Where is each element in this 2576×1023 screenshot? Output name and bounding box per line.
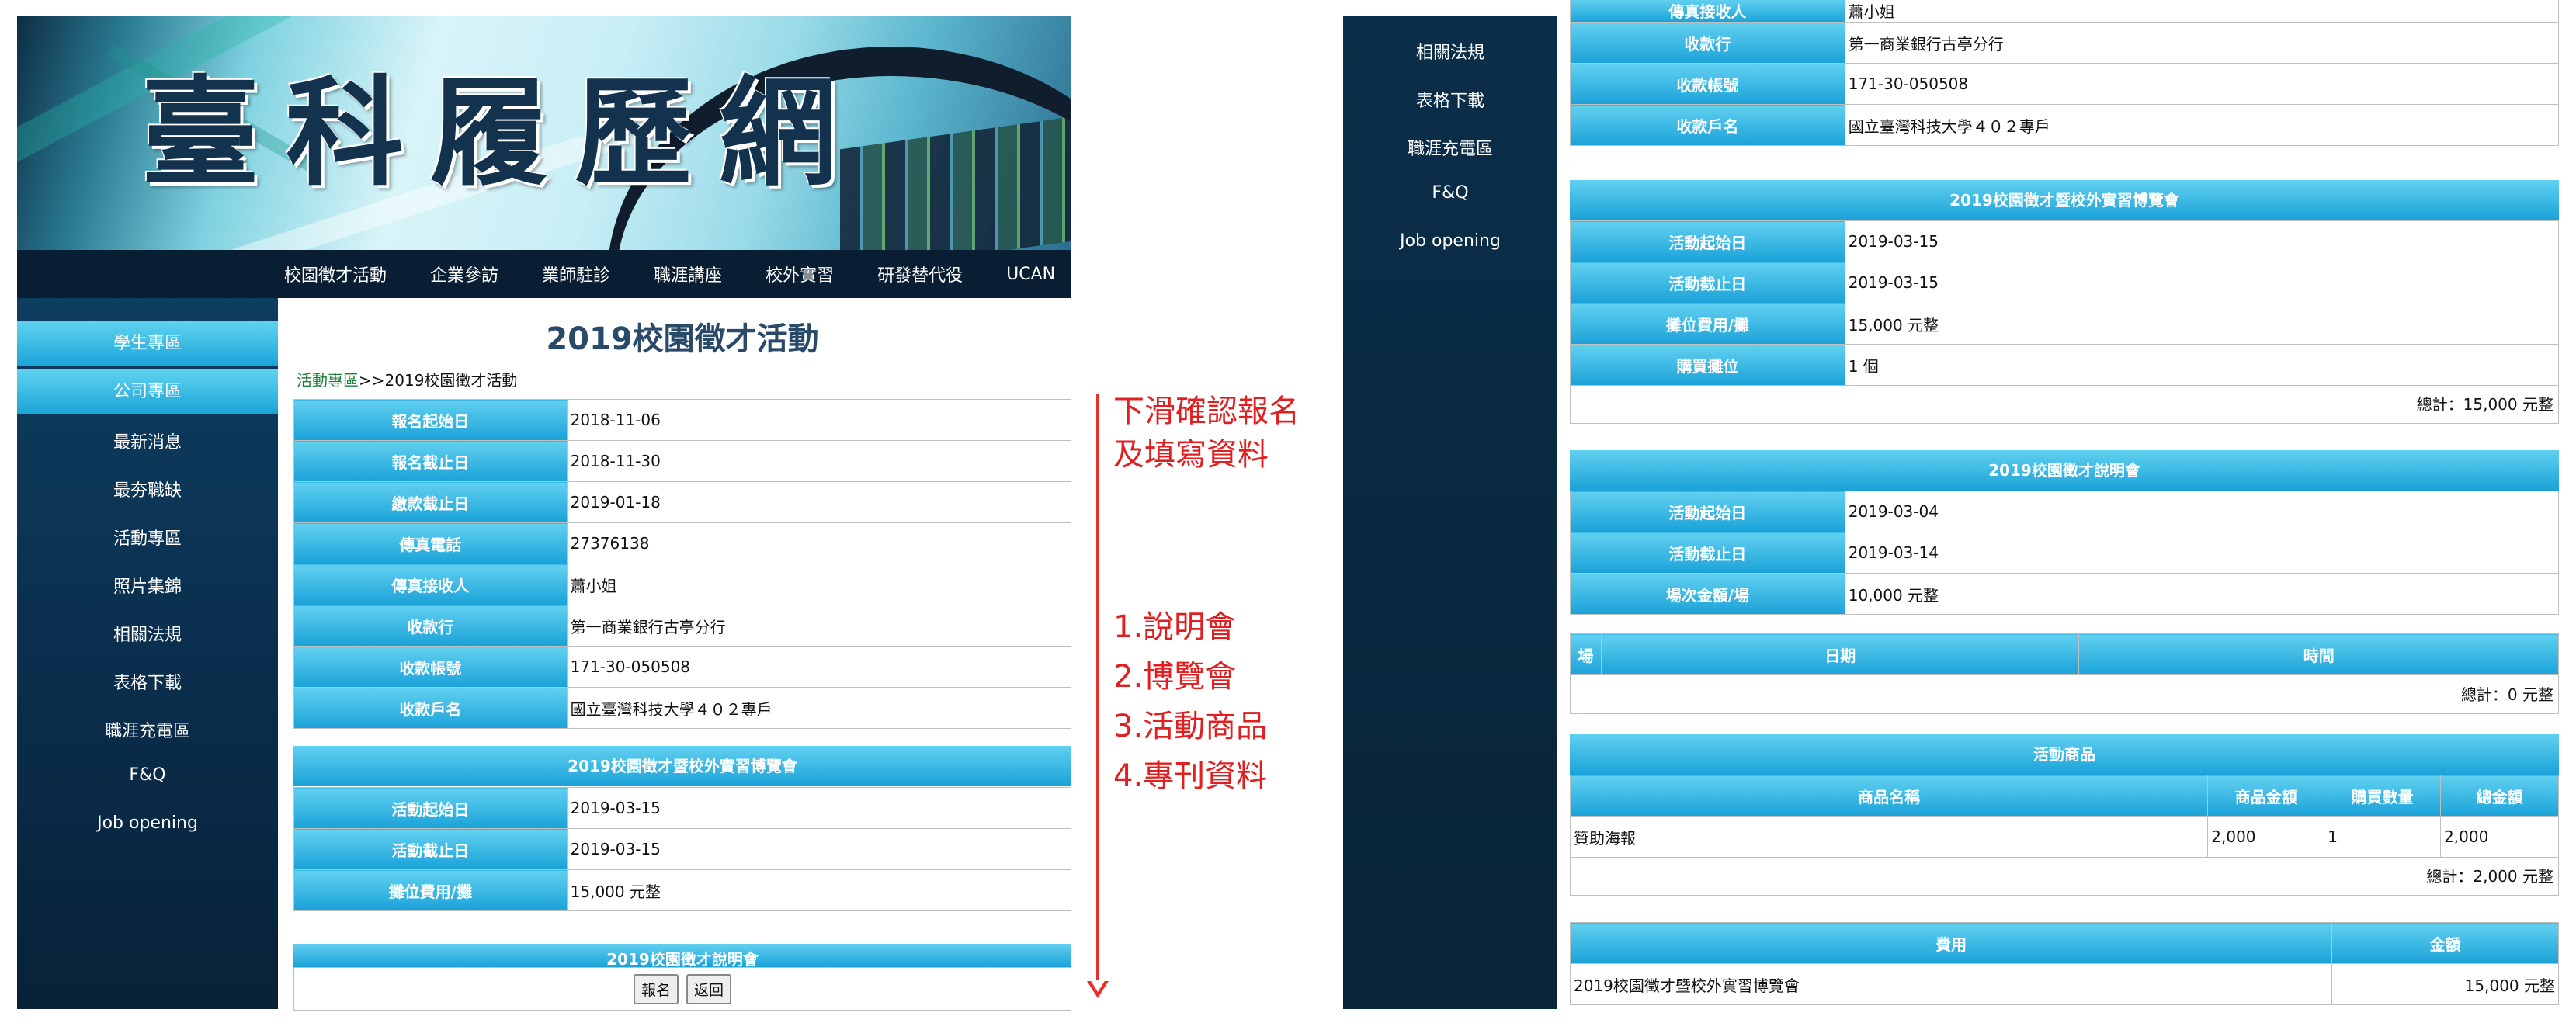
table-row: 收款戶名 國立臺灣科技大學４０２專戶 [293,687,1072,729]
left-sidebar: 學生專區 公司專區 最新消息 最夯職缺 活動專區 照片集錦 相關法規 表格下載 … [17,298,278,1009]
sidebar-item-student[interactable]: 學生專區 [17,321,278,366]
table-row: 報名起始日 2018-11-06 [293,399,1072,441]
annotation-list-item: 3.活動商品 [1113,709,1268,744]
table-row: 贊助海報 2,000 1 2,000 [1569,816,2559,858]
breadcrumb: 活動專區>>2019校園徵才活動 [297,368,517,390]
table-row: 傳真接收人 蕭小姐 [1570,0,2560,23]
sidebar-item-company[interactable]: 公司專區 [17,369,278,414]
products-section-header: 活動商品 [1570,734,2559,775]
table-row: 收款戶名 國立臺灣科技大學４０２專戶 [1570,104,2560,146]
table-row: 收款行 第一商業銀行古亭分行 [1570,22,2560,64]
table-row: 攤位費用/攤 15,000 元整 [1570,303,2560,345]
table-header-row: 費用 金額 [1569,922,2559,964]
table-row: 活動截止日 2019-03-15 [293,828,1072,870]
top-navigation: 校園徵才活動 企業參訪 業師駐診 職涯講座 校外實習 研發替代役 UCAN [17,250,1071,298]
table-row: 收款帳號 171-30-050508 [1570,63,2560,105]
annotation-list-item: 1.說明會 [1113,609,1237,645]
nav-internship[interactable]: 校外實習 [766,262,834,286]
page-title: 2019校園徵才活動 [546,321,819,357]
sidebar-item-regulations[interactable]: 相關法規 [17,621,278,646]
table-row: 活動起始日 2019-03-04 [1570,491,2560,532]
annotation-list-item: 2.博覽會 [1113,659,1237,695]
sidebar-item-faq[interactable]: F&Q [1343,183,1557,203]
table-row: 收款帳號 171-30-050508 [293,646,1072,688]
table-row: 傳真接收人 蕭小姐 [293,564,1072,605]
fair-info-table: 活動起始日 2019-03-15 活動截止日 2019-03-15 攤位費用/攤 15… [1570,220,2560,386]
nav-company-visit[interactable]: 企業參訪 [430,262,498,286]
products-total: 總計：2,000 元整 [1570,857,2559,896]
table-row: 購買攤位 1 個 [1570,344,2560,386]
table-row: 繳款截止日 2019-01-18 [293,481,1072,523]
sidebar-item-hot-jobs[interactable]: 最夯職缺 [17,477,278,501]
breadcrumb-separator: >> [359,371,385,390]
table-header-row: 場 日期 時間 [1570,633,2559,675]
table-row: 傳真電話 27376138 [293,522,1072,564]
left-screenshot: 臺科履歷網 校園徵才活動 企業參訪 業師駐診 職涯講座 校外實習 研發替代役 U… [17,16,1072,1011]
fee-amount: 15,000 元整 [2331,963,2559,1005]
sidebar-item-faq[interactable]: F&Q [17,765,278,785]
fair-total: 總計：15,000 元整 [1570,385,2559,424]
sidebar-item-regulations[interactable]: 相關法規 [1343,39,1557,64]
table-header-row: 商品名稱 商品金額 購買數量 總金額 [1569,775,2559,817]
annotation-scroll-line1: 下滑確認報名 [1113,394,1300,429]
product-name: 贊助海報 [1569,816,2209,858]
fair-info-table: 活動起始日 2019-03-15 活動截止日 2019-03-15 攤位費用/攤 15… [293,787,1072,911]
annotation-list-item: 4.專刊資料 [1113,758,1268,794]
sidebar-item-activities[interactable]: 活動專區 [17,525,278,550]
table-row: 攤位費用/攤 15,000 元整 [293,869,1072,911]
briefing-section-header: 2019校園徵才說明會 [1570,450,2559,491]
right-sidebar: 相關法規 表格下載 職涯充電區 F&Q Job opening [1343,16,1557,1009]
scroll-down-arrow-line [1096,394,1099,992]
nav-ucan[interactable]: UCAN [1006,265,1055,284]
product-price: 2,000 [2207,816,2325,858]
breadcrumb-current: 2019校園徵才活動 [384,371,518,390]
site-banner: 臺科履歷網 [17,16,1071,250]
table-row: 活動截止日 2019-03-14 [1570,532,2560,574]
sidebar-item-downloads[interactable]: 表格下載 [1343,87,1557,112]
sidebar-item-career-charge[interactable]: 職涯充電區 [1343,135,1557,160]
time-col-header: 時間 [2078,633,2559,675]
registration-info-table: 報名起始日 2018-11-06 報名截止日 2018-11-30 繳款截止日 201… [293,399,1072,729]
breadcrumb-link-activities[interactable]: 活動專區 [297,371,359,390]
fair-section-header: 2019校園徵才暨校外實習博覽會 [1570,180,2559,220]
payment-info-table: 傳真接收人 蕭小姐 收款行 第一商業銀行古亭分行 收款帳號 171-30-050508… [1570,0,2560,146]
fee-item: 2019校園徵才暨校外實習博覽會 [1569,963,2333,1005]
table-row: 2019校園徵才暨校外實習博覽會 15,000 元整 [1569,963,2559,1005]
sidebar-item-job-opening[interactable]: Job opening [17,813,278,833]
session-col-header: 場 [1570,633,1602,675]
table-row: 收款行 第一商業銀行古亭分行 [293,605,1072,647]
date-col-header: 日期 [1600,633,2080,675]
annotation-scroll-line2: 及填寫資料 [1113,437,1269,473]
right-screenshot: 相關法規 表格下載 職涯充電區 F&Q Job opening 傳真接收人 蕭小姐… [1343,0,2560,1009]
fees-table: 費用 金額 2019校園徵才暨校外實習博覽會 15,000 元整 [1569,922,2559,1005]
fair-section-header: 2019校園徵才暨校外實習博覽會 [293,746,1071,786]
table-row: 場次金額/場 10,000 元整 [1570,573,2560,615]
banner-logo-title: 臺科履歷網 [141,63,863,202]
main-content: 2019校園徵才活動 活動專區>>2019校園徵才活動 報名起始日 2018-11… [293,298,1072,1011]
table-row: 活動起始日 2019-03-15 [293,787,1072,829]
right-main-content: 傳真接收人 蕭小姐 收款行 第一商業銀行古亭分行 收款帳號 171-30-050508… [1569,0,2560,1009]
products-table: 商品名稱 商品金額 購買數量 總金額 贊助海報 2,000 1 2,000 [1569,775,2559,858]
table-row: 活動截止日 2019-03-15 [1570,262,2560,303]
nav-mentor-clinic[interactable]: 業師駐診 [542,262,610,286]
sidebar-item-photos[interactable]: 照片集錦 [17,573,278,598]
sidebar-item-career-charge[interactable]: 職涯充電區 [17,717,278,742]
sidebar-item-job-opening[interactable]: Job opening [1343,231,1557,251]
briefing-total: 總計：0 元整 [1570,675,2559,714]
action-button-bar: 報名 返回 [293,967,1071,1011]
table-row: 報名截止日 2018-11-30 [293,440,1072,482]
product-amount: 2,000 [2440,816,2559,858]
briefing-section-header-partial: 2019校園徵才說明會 [293,944,1071,967]
session-table: 場 日期 時間 [1570,633,2559,675]
nav-career-lecture[interactable]: 職涯講座 [654,262,722,286]
back-button[interactable]: 返回 [686,973,732,1004]
sidebar-item-news[interactable]: 最新消息 [17,428,278,453]
table-row: 活動起始日 2019-03-15 [1570,220,2560,262]
nav-rd-substitute[interactable]: 研發替代役 [877,262,963,286]
sidebar-item-downloads[interactable]: 表格下載 [17,669,278,694]
nav-campus-recruit[interactable]: 校園徵才活動 [284,262,387,286]
product-qty: 1 [2324,816,2442,858]
register-button[interactable]: 報名 [633,973,679,1004]
briefing-info-table: 活動起始日 2019-03-04 活動截止日 2019-03-14 場次金額/場 10… [1570,491,2560,615]
